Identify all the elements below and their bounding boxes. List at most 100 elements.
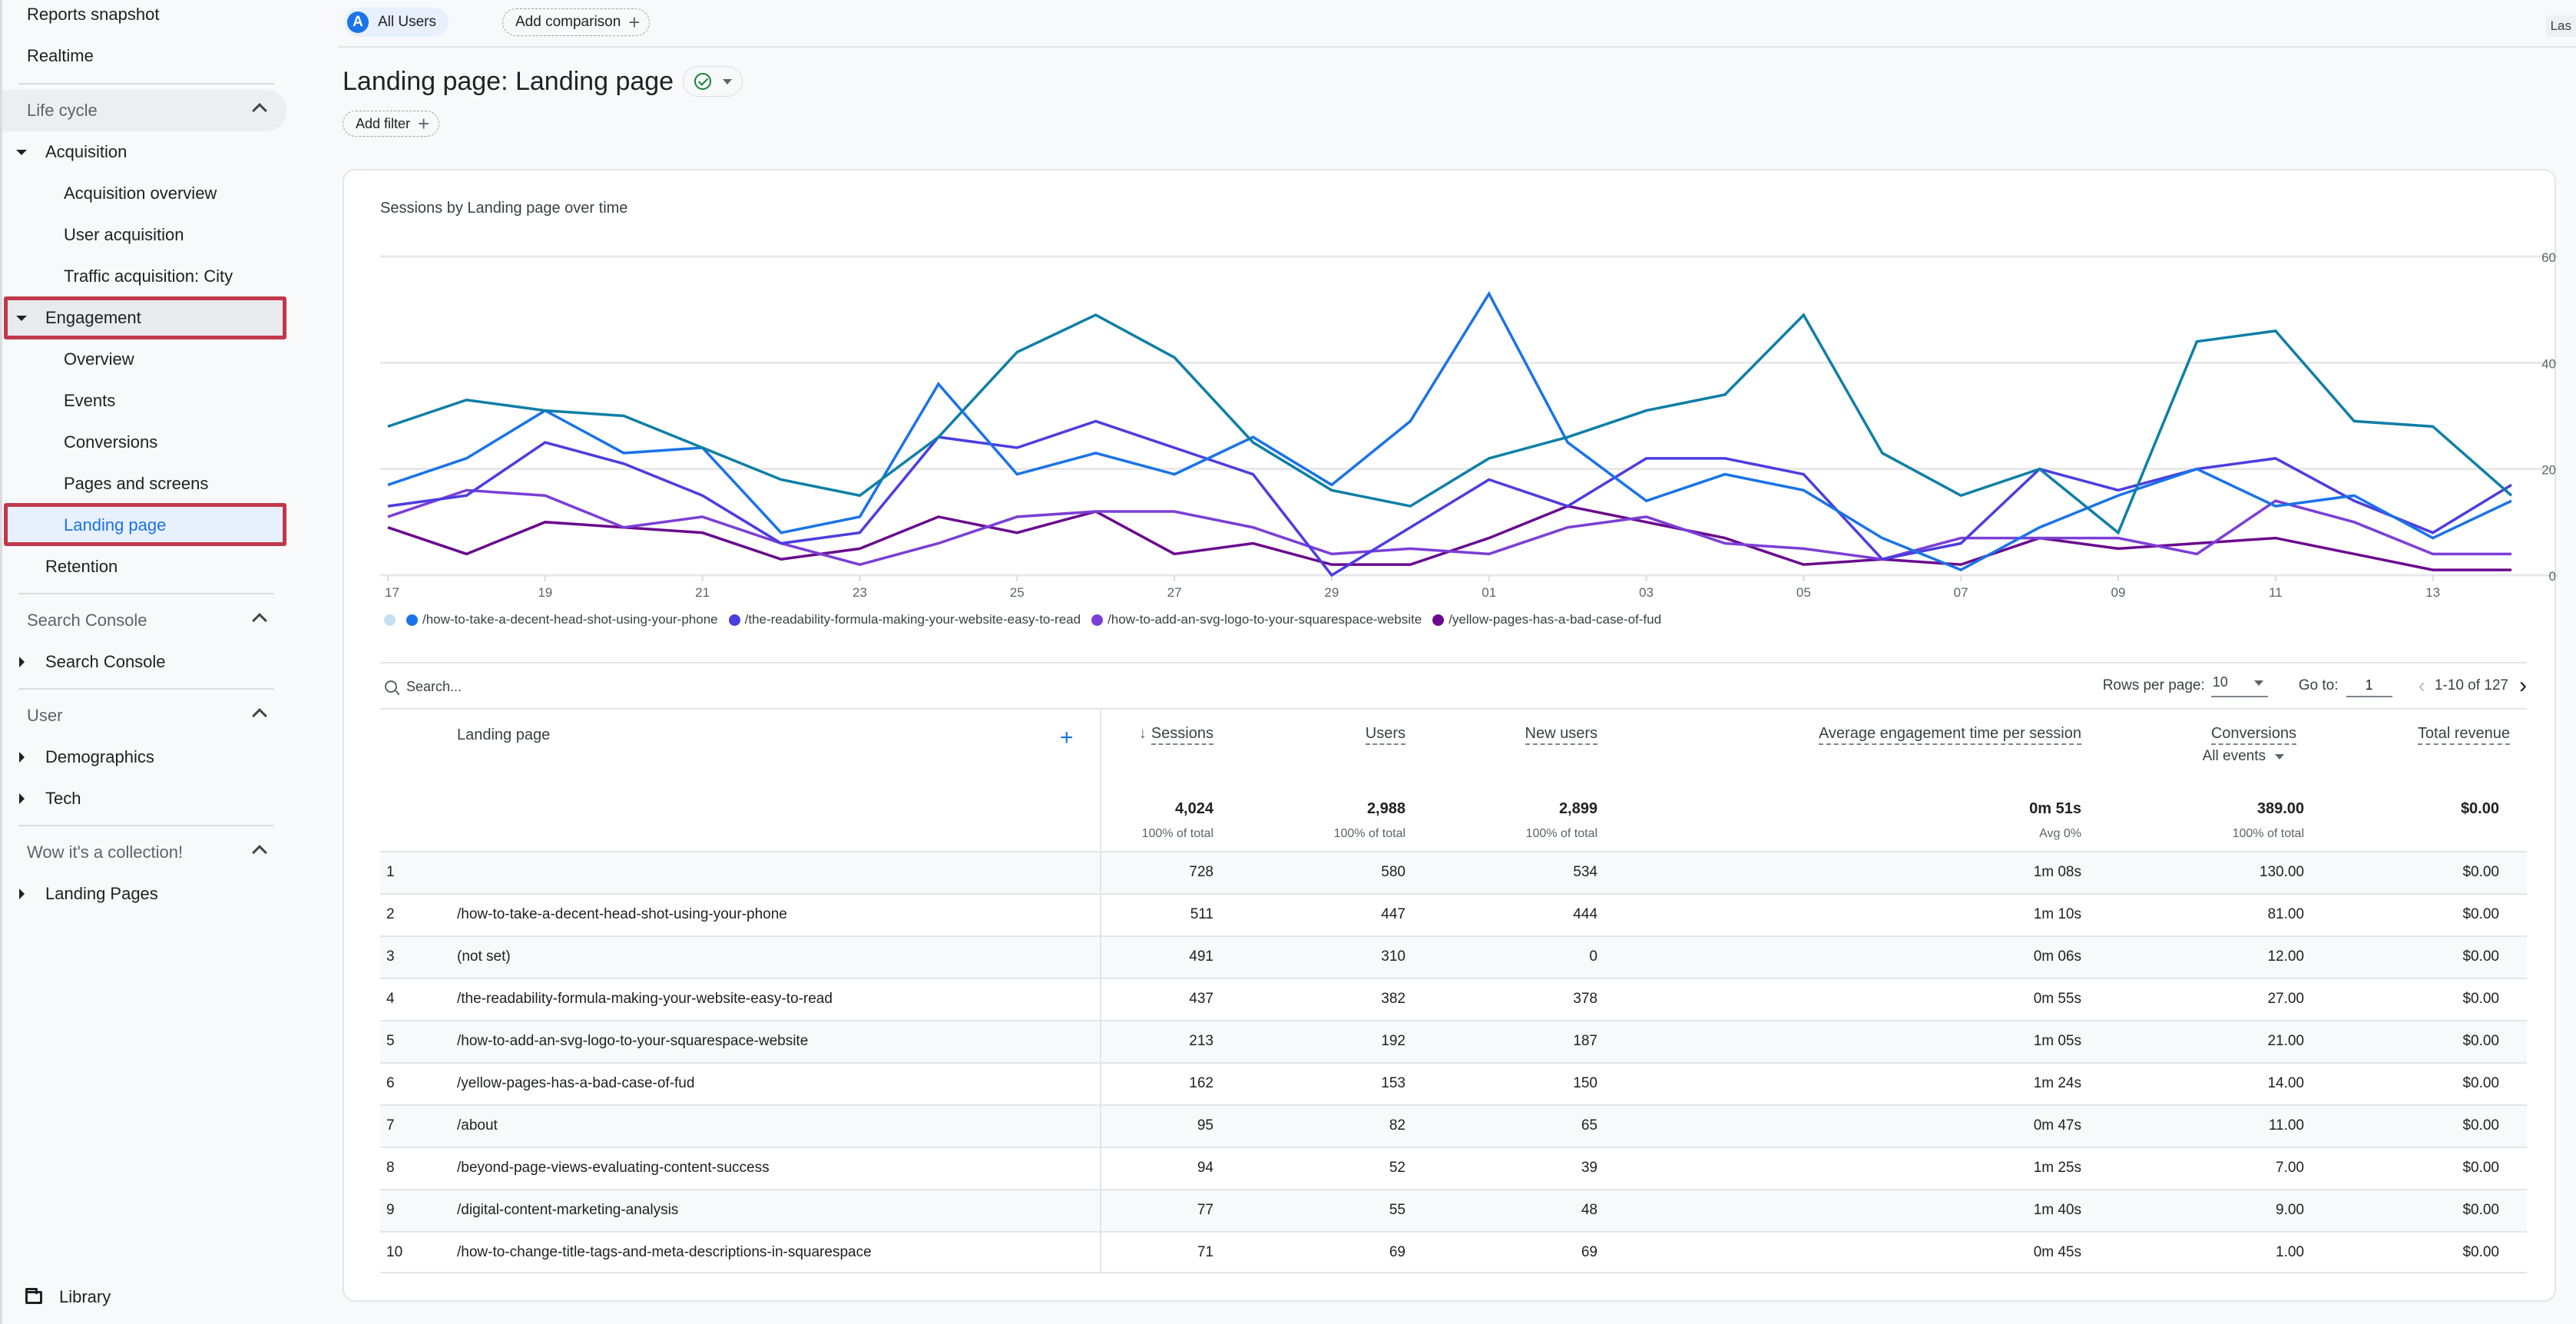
x-tick-label: 25 <box>1010 585 1025 600</box>
avg-engagement-cell: 1m 25s <box>2033 1160 2081 1176</box>
legend-dot <box>728 614 740 626</box>
landing-page-cell[interactable]: /how-to-change-title-tags-and-meta-descr… <box>457 1244 872 1261</box>
legend-item[interactable]: /the-readability-formula-making-your-web… <box>728 612 1081 627</box>
landing-page-cell[interactable]: /the-readability-formula-making-your-web… <box>457 991 833 1008</box>
nav-engagement-overview[interactable]: Overview <box>2 339 134 380</box>
conversions-cell: 12.00 <box>2267 948 2304 965</box>
nav-conversions[interactable]: Conversions <box>2 422 157 463</box>
caret-right-icon <box>19 889 25 899</box>
landing-page-cell[interactable]: /about <box>457 1117 498 1134</box>
dropdown-arrow-icon <box>2253 680 2263 686</box>
nav-landing-pages-collection[interactable]: Landing Pages <box>2 873 158 915</box>
total-sub: 100% of total <box>1333 827 1406 840</box>
table-row[interactable]: 4/the-readability-formula-making-your-we… <box>380 978 2527 1020</box>
total-sessions: 4,024 100% of total <box>1142 800 1214 841</box>
rows-per-page-select[interactable]: 10 <box>2210 674 2268 697</box>
chevron-up-icon <box>252 708 267 723</box>
next-page-icon[interactable]: › <box>2519 673 2527 699</box>
legend-dot-row-1[interactable] <box>384 614 396 626</box>
header-avg-engagement[interactable]: Average engagement time per session <box>1818 725 2081 745</box>
column-separator <box>1100 1104 1101 1147</box>
new-users-cell: 48 <box>1581 1202 1598 1218</box>
goto-page-input[interactable] <box>2346 674 2392 697</box>
legend-item[interactable]: /yellow-pages-has-a-bad-case-of-fud <box>1432 612 1661 627</box>
section-search-console[interactable]: Search Console <box>2 600 286 641</box>
nav-traffic-acquisition-city[interactable]: Traffic acquisition: City <box>2 256 233 297</box>
add-filter-button[interactable]: Add filter + <box>343 111 440 137</box>
series-line-1[interactable] <box>387 313 2513 535</box>
nav-user-acquisition[interactable]: User acquisition <box>2 214 184 256</box>
date-range-button[interactable]: Las <box>2545 15 2576 37</box>
section-life-cycle[interactable]: Life cycle <box>2 90 286 131</box>
nav-acquisition-overview[interactable]: Acquisition overview <box>2 173 217 214</box>
chevron-up-icon <box>252 613 267 628</box>
conversions-event-filter[interactable]: All events <box>2203 748 2284 765</box>
nav-realtime[interactable]: Realtime <box>2 35 94 77</box>
row-index: 8 <box>386 1160 395 1176</box>
revenue-cell: $0.00 <box>2462 1033 2499 1049</box>
nav-label: Reports snapshot <box>27 5 160 24</box>
table-row[interactable]: 5/how-to-add-an-svg-logo-to-your-squares… <box>380 1020 2527 1062</box>
nav-demographics[interactable]: Demographics <box>2 736 154 778</box>
table-row[interactable]: 9/digital-content-marketing-analysis 77 55… <box>380 1189 2527 1231</box>
nav-retention[interactable]: Retention <box>2 546 118 588</box>
table-row[interactable]: 10/how-to-change-title-tags-and-meta-des… <box>380 1231 2527 1273</box>
nav-reports-snapshot[interactable]: Reports snapshot <box>2 0 159 35</box>
segment-chip-all-users[interactable]: A All Users <box>344 8 449 37</box>
section-collection[interactable]: Wow it's a collection! <box>2 832 286 873</box>
landing-page-cell[interactable]: /digital-content-marketing-analysis <box>457 1202 678 1219</box>
section-user[interactable]: User <box>2 695 286 736</box>
chevron-up-icon <box>252 103 267 118</box>
legend-item[interactable]: /how-to-take-a-decent-head-shot-using-yo… <box>406 612 718 627</box>
add-comparison-button[interactable]: Add comparison + <box>502 8 651 36</box>
x-tick-label: 23 <box>853 585 867 600</box>
header-users[interactable]: Users <box>1365 725 1406 745</box>
nav-acquisition[interactable]: Acquisition <box>2 131 127 173</box>
nav-tech[interactable]: Tech <box>2 778 81 819</box>
table-row[interactable]: 1 728 580 534 1m 08s 130.00 $0.00 <box>380 851 2527 893</box>
conversions-cell: 1.00 <box>2276 1244 2304 1260</box>
conversions-cell: 7.00 <box>2276 1160 2304 1176</box>
header-sessions[interactable]: ↓ Sessions <box>1139 725 1214 745</box>
add-dimension-icon[interactable]: + <box>1060 727 1074 750</box>
table-row[interactable]: 7/about 95 82 65 0m 47s 11.00 $0.00 <box>380 1104 2527 1147</box>
table-row[interactable]: 6/yellow-pages-has-a-bad-case-of-fud 162 1… <box>380 1062 2527 1104</box>
legend-item[interactable]: /how-to-add-an-svg-logo-to-your-squaresp… <box>1091 612 1422 627</box>
users-cell: 52 <box>1389 1160 1406 1176</box>
nav-search-console[interactable]: Search Console <box>2 641 166 683</box>
prev-page-icon[interactable]: ‹ <box>2419 674 2425 698</box>
avg-engagement-cell: 1m 08s <box>2033 864 2081 880</box>
nav-pages-and-screens[interactable]: Pages and screens <box>2 463 208 505</box>
header-new-users[interactable]: New users <box>1525 725 1598 745</box>
segment-avatar: A <box>347 12 369 33</box>
landing-page-cell[interactable]: /how-to-add-an-svg-logo-to-your-squaresp… <box>457 1033 808 1050</box>
header-landing-page[interactable]: Landing page <box>457 727 550 744</box>
rows-per-page-value: 10 <box>2212 674 2228 690</box>
total-value: 389.00 <box>2256 800 2304 817</box>
chevron-up-icon <box>252 845 267 860</box>
landing-page-cell[interactable]: (not set) <box>457 948 511 965</box>
table-search-input[interactable] <box>406 674 714 699</box>
series-line-4[interactable] <box>387 488 2511 566</box>
header-total-revenue[interactable]: Total revenue <box>2417 725 2510 745</box>
series-line-5[interactable] <box>387 505 2511 571</box>
new-users-cell: 444 <box>1573 906 1598 922</box>
nav-label: Overview <box>64 349 134 369</box>
landing-page-cell[interactable]: /beyond-page-views-evaluating-content-su… <box>457 1160 770 1177</box>
dropdown-arrow-icon <box>2275 753 2284 760</box>
revenue-cell: $0.00 <box>2462 1160 2499 1176</box>
table-row[interactable]: 3 (not set) 491 310 0 0m 06s 12.00 $0.00 <box>380 935 2527 978</box>
legend-dot <box>1432 614 1445 626</box>
landing-page-cell[interactable]: /yellow-pages-has-a-bad-case-of-fud <box>457 1075 694 1092</box>
nav-events[interactable]: Events <box>2 380 115 422</box>
table-row[interactable]: 8/beyond-page-views-evaluating-content-s… <box>380 1147 2527 1189</box>
landing-page-cell[interactable]: /how-to-take-a-decent-head-shot-using-yo… <box>457 906 787 923</box>
nav-library[interactable]: Library <box>25 1287 111 1307</box>
y-tick-label: 60 <box>2541 250 2556 265</box>
series-line-2[interactable] <box>387 290 2512 572</box>
column-separator <box>1100 1189 1101 1231</box>
report-status-dropdown[interactable] <box>683 66 743 97</box>
header-conversions[interactable]: Conversions <box>2210 725 2296 745</box>
header-label: Users <box>1365 725 1406 745</box>
table-row[interactable]: 2/how-to-take-a-decent-head-shot-using-y… <box>380 893 2527 935</box>
